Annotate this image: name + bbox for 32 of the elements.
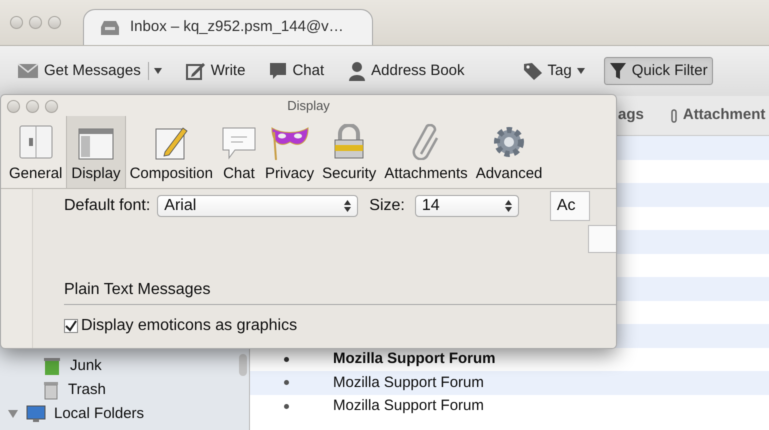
message-subject: Mozilla Support Forum — [333, 372, 484, 392]
toolbar-button[interactable]: Get Messages — [12, 57, 167, 85]
size-select[interactable]: 14 — [414, 195, 519, 217]
checkbox-label: Display emoticons as graphics — [81, 316, 298, 336]
mail-tab[interactable]: Inbox – kq_z952.psm_144@v… — [83, 9, 373, 45]
font-select[interactable]: Arial — [157, 195, 358, 217]
folder-item[interactable]: Trash — [0, 378, 249, 402]
preference-pane-tab[interactable]: Display — [66, 116, 126, 188]
message-subject: Mozilla Support Forum — [333, 349, 496, 369]
message-row[interactable]: Mozilla Support Forum — [250, 371, 769, 394]
column-header[interactable]: Attachment — [670, 104, 766, 127]
folder-item[interactable]: Local Folders — [0, 402, 249, 426]
dialog-title: Display — [287, 97, 330, 116]
toolbar-button[interactable]: Write — [180, 57, 250, 85]
preference-pane-tab[interactable]: Privacy — [260, 116, 318, 188]
preference-pane-tab[interactable]: Advanced — [472, 116, 546, 188]
preference-pane-tab[interactable]: Security — [318, 116, 380, 188]
message-subject: Mozilla Support Forum — [333, 396, 484, 416]
preference-pane-tab[interactable]: Chat — [216, 116, 261, 188]
section-heading: Plain Text Messages — [64, 281, 210, 298]
field-label: Default font: — [64, 196, 150, 216]
preference-pane-tab[interactable]: Composition — [126, 116, 217, 188]
tag-menu-button[interactable]: Tag — [518, 57, 590, 85]
folder-item[interactable]: Junk — [0, 354, 249, 378]
preference-pane-tab[interactable]: Attachments — [380, 116, 472, 188]
column-header[interactable]: ags — [618, 104, 644, 127]
advanced-button[interactable]: Ac — [550, 191, 590, 221]
toolbar-button[interactable]: Quick Filter — [604, 57, 713, 85]
preference-pane-tab[interactable]: General — [5, 116, 66, 188]
field-label: Size: — [369, 196, 405, 216]
toolbar-button[interactable]: Chat — [264, 57, 330, 85]
toolbar-button[interactable]: Address Book — [343, 57, 470, 85]
